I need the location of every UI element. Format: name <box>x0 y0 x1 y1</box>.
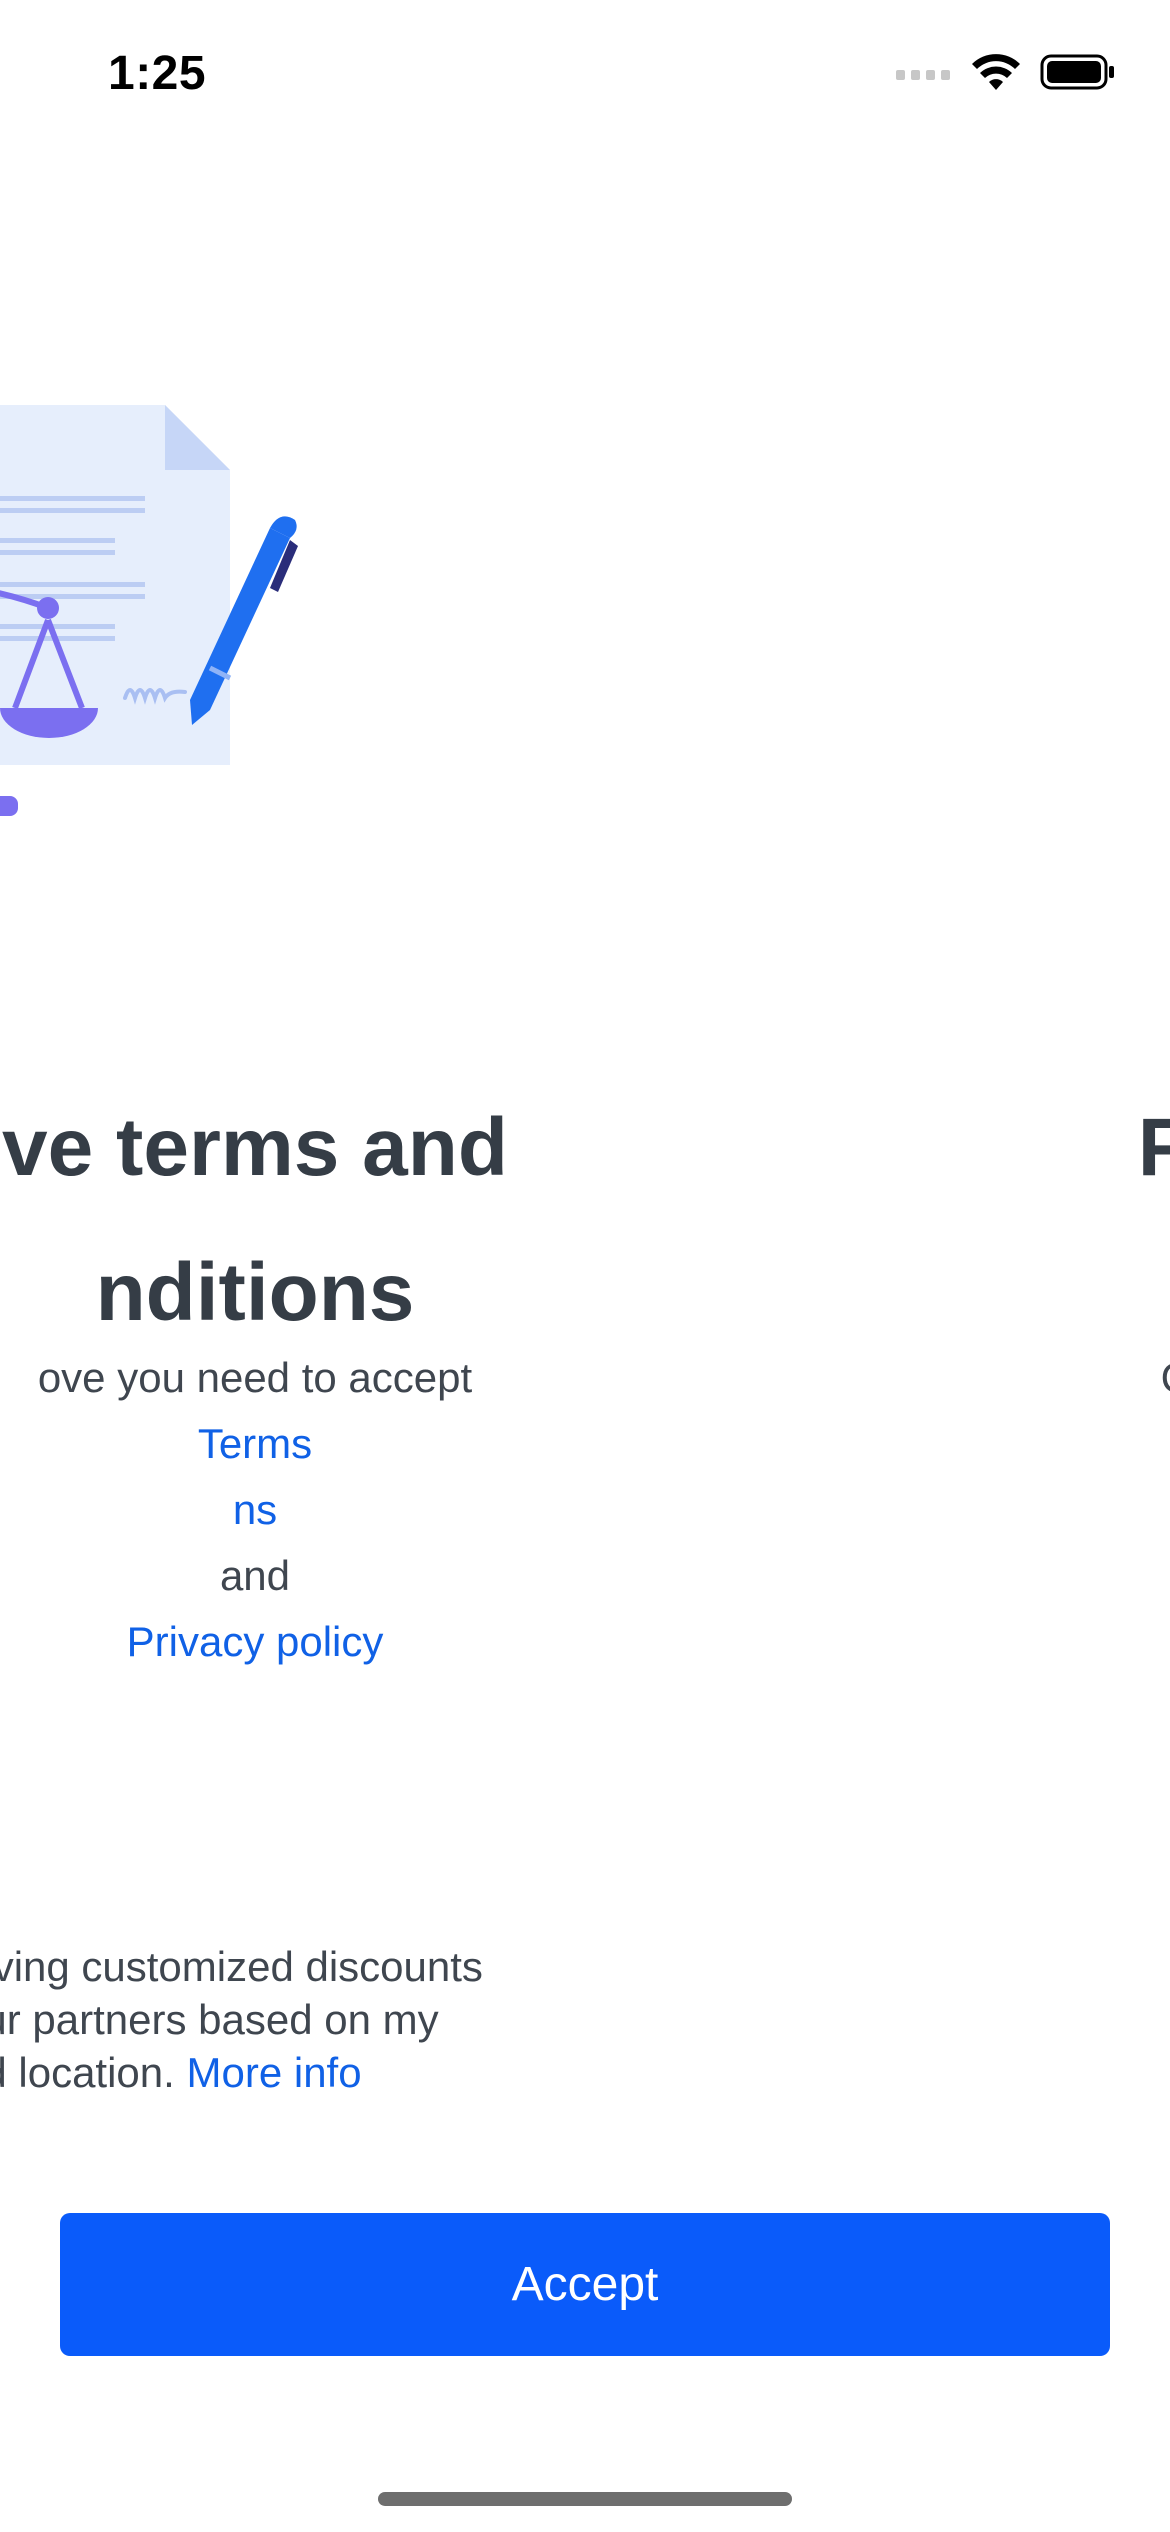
terms-link[interactable]: Terms <box>0 1411 840 1477</box>
slide-find-transport: Find the fa tra Citymove will find al pl… <box>760 0 1170 2532</box>
slide-title-line: nditions <box>95 1247 415 1338</box>
slide-title-line: Find the fa <box>1137 1102 1170 1193</box>
consent-text-line: nd location. More info <box>0 2046 660 2099</box>
slide-description-line: place <box>760 1411 1170 1477</box>
slide-description-line: Citymove will find al <box>760 1345 1170 1411</box>
more-info-link[interactable]: More info <box>187 2049 362 2096</box>
terms-conditions-link[interactable]: ns <box>0 1477 840 1543</box>
slide-title-line: ve terms and <box>2 1102 508 1193</box>
slide-title: ve terms and nditions <box>0 1075 840 1365</box>
slide-description: Citymove will find al place <box>760 1345 1170 1477</box>
slide-terms: ve terms and nditions ove you need to ac… <box>0 0 840 2532</box>
slide-description-line: ns and Privacy policy <box>0 1477 840 1675</box>
slide-title: Find the fa tra <box>760 1075 1170 1365</box>
marketing-consent[interactable]: eiving customized discounts our partners… <box>0 1940 660 2099</box>
slide-description-line: ove you need to accept Terms <box>0 1345 840 1477</box>
description-text: ove you need to accept <box>37 1354 473 1401</box>
terms-document-illustration <box>0 405 298 816</box>
consent-text-line: our partners based on my <box>0 1996 439 2043</box>
accept-button[interactable]: Accept <box>60 2213 1110 2356</box>
consent-text-line: eiving customized discounts <box>0 1943 483 1990</box>
onboarding-carousel[interactable]: ve terms and nditions ove you need to ac… <box>0 0 1170 2532</box>
privacy-policy-link[interactable]: Privacy policy <box>0 1609 840 1675</box>
slide-description: ove you need to accept Terms ns and Priv… <box>0 1345 840 1675</box>
consent-text: nd location. <box>0 2049 175 2096</box>
home-indicator <box>378 2492 792 2506</box>
slide-title-line: tra <box>760 1220 1170 1365</box>
description-text: and <box>219 1552 291 1599</box>
